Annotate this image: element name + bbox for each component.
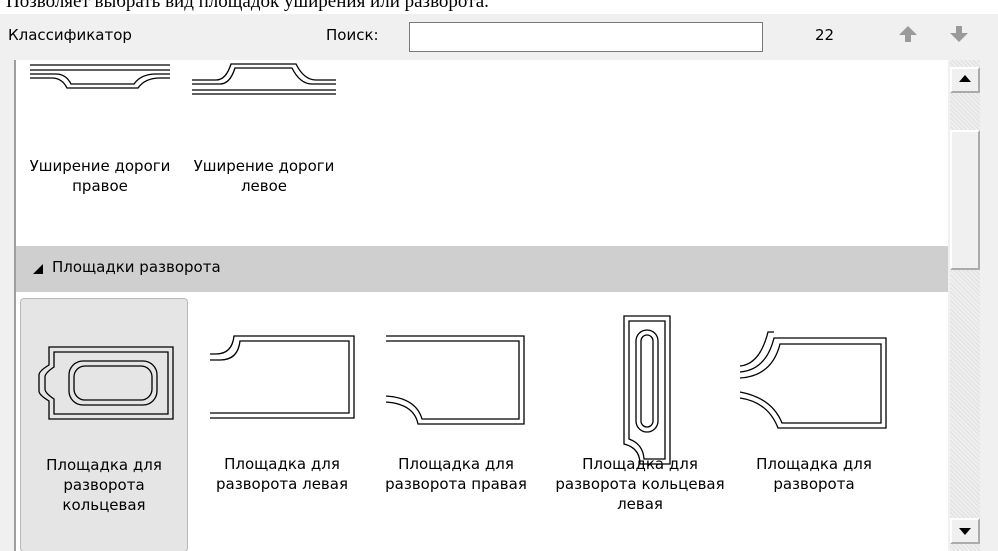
scroll-up-button[interactable]: [950, 67, 980, 93]
scroll-up-arrow-icon: [959, 75, 971, 82]
tile-turnaround[interactable]: Площадка для разворота: [732, 298, 896, 551]
expand-triangle-icon: [33, 264, 43, 274]
help-caption: Позволяет выбрать вид площадок уширения …: [6, 0, 489, 12]
search-label: Поиск:: [326, 26, 379, 44]
result-count: 22: [815, 26, 835, 44]
turnaround-right-icon: [385, 335, 525, 425]
tile-label: Площадка для разворота правая: [385, 455, 527, 493]
search-input[interactable]: [409, 22, 763, 52]
tile-turnaround-left[interactable]: Площадка для разворота левая: [200, 298, 364, 551]
panel-edge: [980, 60, 998, 551]
tile-widening-left[interactable]: Уширение дороги левое: [186, 60, 342, 240]
scroll-down-arrow-icon: [959, 528, 971, 535]
tile-turnaround-ring[interactable]: Площадка для разворота кольцевая: [20, 298, 188, 551]
turnaround-ring-icon: [38, 346, 174, 420]
tile-widening-right[interactable]: Уширение дороги правое: [16, 60, 184, 240]
tile-label: Площадка для разворота кольцевая левая: [555, 455, 725, 513]
tile-label: Уширение дороги левое: [193, 157, 335, 195]
scroll-down-button[interactable]: [950, 518, 980, 544]
item-list: Уширение дороги правое Уширение дороги л…: [14, 60, 948, 551]
arrow-down-icon[interactable]: [948, 23, 970, 45]
widening-right-icon: [30, 64, 170, 89]
toolbar: Классификатор Поиск: 22: [0, 14, 998, 60]
widening-left-icon: [192, 63, 336, 95]
tile-turnaround-right[interactable]: Площадка для разворота правая: [374, 298, 538, 551]
turnaround-icon: [739, 331, 887, 429]
group-title: Площадки разворота: [52, 258, 221, 276]
tile-label: Площадка для разворота кольцевая: [46, 456, 162, 514]
turnaround-left-icon: [210, 335, 355, 419]
classifier-panel: Классификатор Поиск: 22 Уширение дороги …: [0, 14, 998, 551]
tile-label: Площадка для разворота: [756, 455, 872, 493]
tile-label: Уширение дороги правое: [29, 157, 171, 195]
tile-label: Площадка для разворота левая: [216, 455, 348, 493]
scroll-thumb[interactable]: [950, 130, 980, 270]
tile-turnaround-ring-left[interactable]: Площадка для разворота кольцевая левая: [552, 298, 728, 551]
vertical-scrollbar[interactable]: [950, 60, 980, 551]
arrow-up-icon[interactable]: [897, 23, 919, 45]
turnaround-ring-left-icon: [623, 315, 671, 465]
group-header-turnaround[interactable]: Площадки разворота: [16, 246, 948, 292]
classifier-label: Классификатор: [8, 26, 132, 44]
